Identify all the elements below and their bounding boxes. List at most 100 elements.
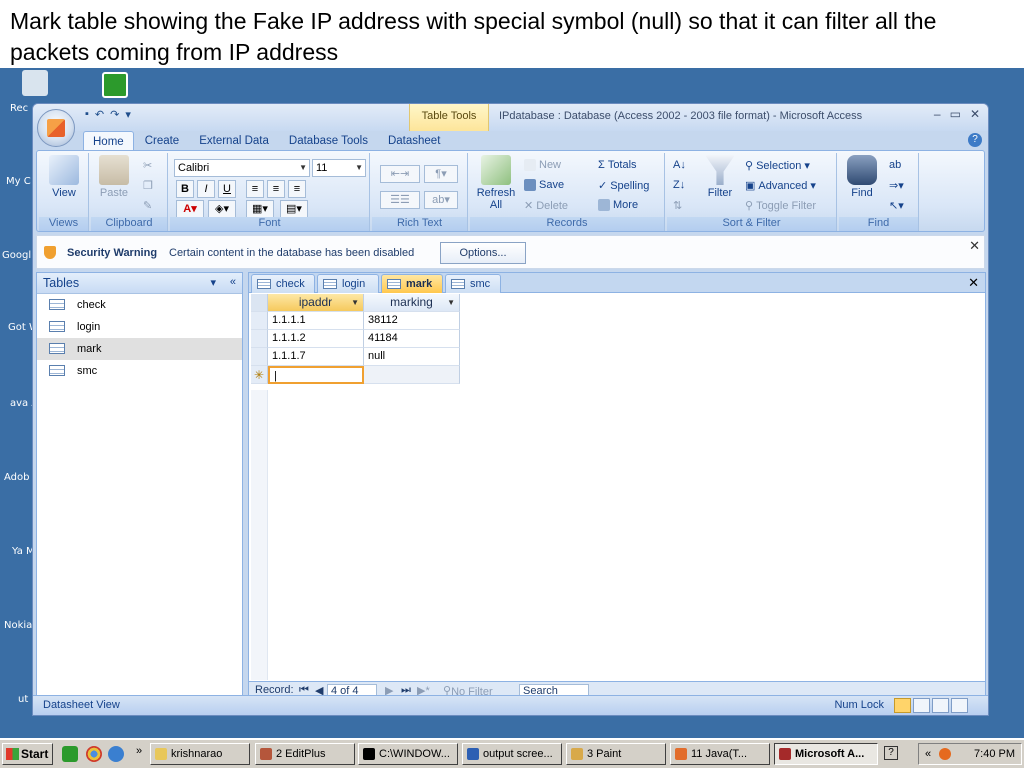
row-selector[interactable] (251, 348, 268, 366)
antivirus-tray-icon[interactable] (939, 748, 951, 760)
view-button[interactable]: View (45, 155, 83, 199)
highlight-icon[interactable]: ab▾ (424, 191, 458, 209)
nav-item-mark[interactable]: mark (37, 338, 242, 360)
minimize-button[interactable]: – (934, 107, 941, 121)
cell-ipaddr[interactable]: 1.1.1.7 (268, 348, 364, 366)
sort-ascending-icon[interactable]: A↓ (673, 159, 686, 171)
goto-icon[interactable]: ⇒▾ (889, 179, 904, 192)
clock[interactable]: 7:40 PM (974, 744, 1015, 764)
new-cell-ipaddr[interactable]: | (268, 366, 364, 384)
select-all-corner[interactable] (251, 294, 268, 312)
help-icon[interactable]: ? (968, 133, 982, 147)
chevron-down-icon[interactable]: ▾ (210, 276, 216, 289)
title-bar[interactable]: ▪ ↶ ↷ ▾ Table Tools IPdatabase : Databas… (33, 104, 988, 131)
fill-color-icon[interactable]: ◈▾ (208, 200, 236, 218)
recycle-bin-icon[interactable] (22, 70, 52, 96)
cell-marking[interactable]: 41184 (364, 330, 460, 348)
cell-ipaddr[interactable]: 1.1.1.2 (268, 330, 364, 348)
design-view-icon[interactable] (951, 698, 968, 713)
column-header-marking[interactable]: marking ▼ (364, 294, 460, 312)
chevron-down-icon[interactable]: ▼ (351, 294, 359, 311)
row-selector[interactable] (251, 330, 268, 348)
redo-icon[interactable]: ↷ (110, 108, 119, 121)
datasheet-view-icon[interactable] (894, 698, 911, 713)
customize-qat-icon[interactable]: ▾ (125, 108, 131, 121)
maximize-button[interactable]: ▭ (950, 107, 961, 121)
align-right-icon[interactable]: ≡ (288, 180, 306, 198)
collapse-pane-icon[interactable]: « (230, 276, 236, 288)
copy-icon[interactable]: ❐ (143, 179, 153, 192)
doc-tab-smc[interactable]: smc (445, 274, 501, 293)
replace-icon[interactable]: ab (889, 159, 901, 171)
select-icon[interactable]: ↖▾ (889, 199, 904, 212)
totals-button[interactable]: Σ Totals (598, 159, 637, 171)
start-button[interactable]: Start (2, 743, 53, 765)
cell-ipaddr[interactable]: 1.1.1.1 (268, 312, 364, 330)
clear-sort-icon[interactable]: ⇅ (673, 199, 682, 212)
doc-tab-login[interactable]: login (317, 274, 379, 293)
advanced-button[interactable]: ▣ Advanced ▾ (745, 179, 816, 193)
quicklaunch-overflow-icon[interactable]: » (136, 745, 142, 757)
align-left-icon[interactable]: ≡ (246, 180, 264, 198)
font-face-select[interactable]: Calibri ▼ (174, 159, 310, 177)
pivottable-view-icon[interactable] (913, 698, 930, 713)
close-security-bar-icon[interactable]: ✕ (969, 238, 980, 254)
filter-button[interactable]: Filter (701, 155, 739, 199)
row-selector[interactable] (251, 312, 268, 330)
nav-item-smc[interactable]: smc (37, 360, 242, 382)
paste-button[interactable]: Paste (95, 155, 133, 199)
spelling-button[interactable]: ✓ Spelling (598, 179, 649, 193)
selection-button[interactable]: ⚲ Selection ▾ (745, 159, 810, 173)
format-painter-icon[interactable]: ✎ (143, 199, 152, 212)
save-icon[interactable]: ▪ (85, 108, 89, 121)
gridlines-icon[interactable]: ▦▾ (246, 200, 274, 218)
close-button[interactable]: ✕ (970, 107, 980, 121)
refresh-all-button[interactable]: Refresh All (474, 155, 518, 211)
save-record-button[interactable]: Save (524, 179, 564, 191)
taskbar-item-folder[interactable]: krishnarao (150, 743, 250, 765)
undo-icon[interactable]: ↶ (95, 108, 104, 121)
utorrent-icon[interactable] (102, 72, 132, 98)
font-color-icon[interactable]: A▾ (176, 200, 204, 218)
doc-tab-check[interactable]: check (251, 274, 315, 293)
nav-item-check[interactable]: check (37, 294, 242, 316)
cut-icon[interactable]: ✂ (143, 159, 152, 172)
find-button[interactable]: Find (843, 155, 881, 199)
taskbar-item-access[interactable]: Microsoft A... (774, 743, 878, 765)
options-button[interactable]: Options... (440, 242, 526, 264)
new-record-icon[interactable]: ✳ (251, 366, 268, 384)
align-center-icon[interactable]: ≡ (267, 180, 285, 198)
ie-quicklaunch-icon[interactable] (108, 746, 124, 762)
underline-button[interactable]: U (218, 180, 236, 198)
indent-icon[interactable]: ⇤⇥ (380, 165, 420, 183)
more-button[interactable]: More (598, 199, 638, 211)
office-button[interactable] (37, 109, 75, 147)
new-record-button[interactable]: New (524, 159, 561, 171)
column-header-ipaddr[interactable]: ipaddr ▼ (268, 294, 364, 312)
tab-create[interactable]: Create (136, 131, 189, 150)
tray-expand-icon[interactable]: « (925, 744, 931, 764)
taskbar-item-editplus[interactable]: 2 EditPlus (255, 743, 355, 765)
chevron-down-icon[interactable]: ▼ (447, 294, 455, 311)
nav-item-login[interactable]: login (37, 316, 242, 338)
sort-descending-icon[interactable]: Z↓ (673, 179, 685, 191)
alternate-fill-icon[interactable]: ▤▾ (280, 200, 308, 218)
bullets-icon[interactable]: ☰☰ (380, 191, 420, 209)
cell-marking[interactable]: 38112 (364, 312, 460, 330)
taskbar-item-cmd[interactable]: C:\WINDOW... (358, 743, 458, 765)
new-cell-marking[interactable] (364, 366, 460, 384)
nav-header[interactable]: Tables ▾ « (37, 273, 242, 294)
close-document-icon[interactable]: ✕ (968, 275, 979, 291)
italic-button[interactable]: I (197, 180, 215, 198)
delete-record-button[interactable]: ✕ Delete (524, 199, 568, 213)
taskbar-item-java[interactable]: 11 Java(T... (670, 743, 770, 765)
cell-marking[interactable]: null (364, 348, 460, 366)
font-size-select[interactable]: 11 ▼ (312, 159, 366, 177)
chrome-quicklaunch-icon[interactable] (86, 746, 102, 762)
taskbar-item-word[interactable]: output scree... (462, 743, 562, 765)
taskbar-item-paint[interactable]: 3 Paint (566, 743, 666, 765)
help-tray-icon[interactable]: ? (884, 746, 898, 760)
paragraph-icon[interactable]: ¶▾ (424, 165, 458, 183)
tab-datasheet[interactable]: Datasheet (379, 131, 449, 150)
doc-tab-mark[interactable]: mark (381, 274, 443, 293)
